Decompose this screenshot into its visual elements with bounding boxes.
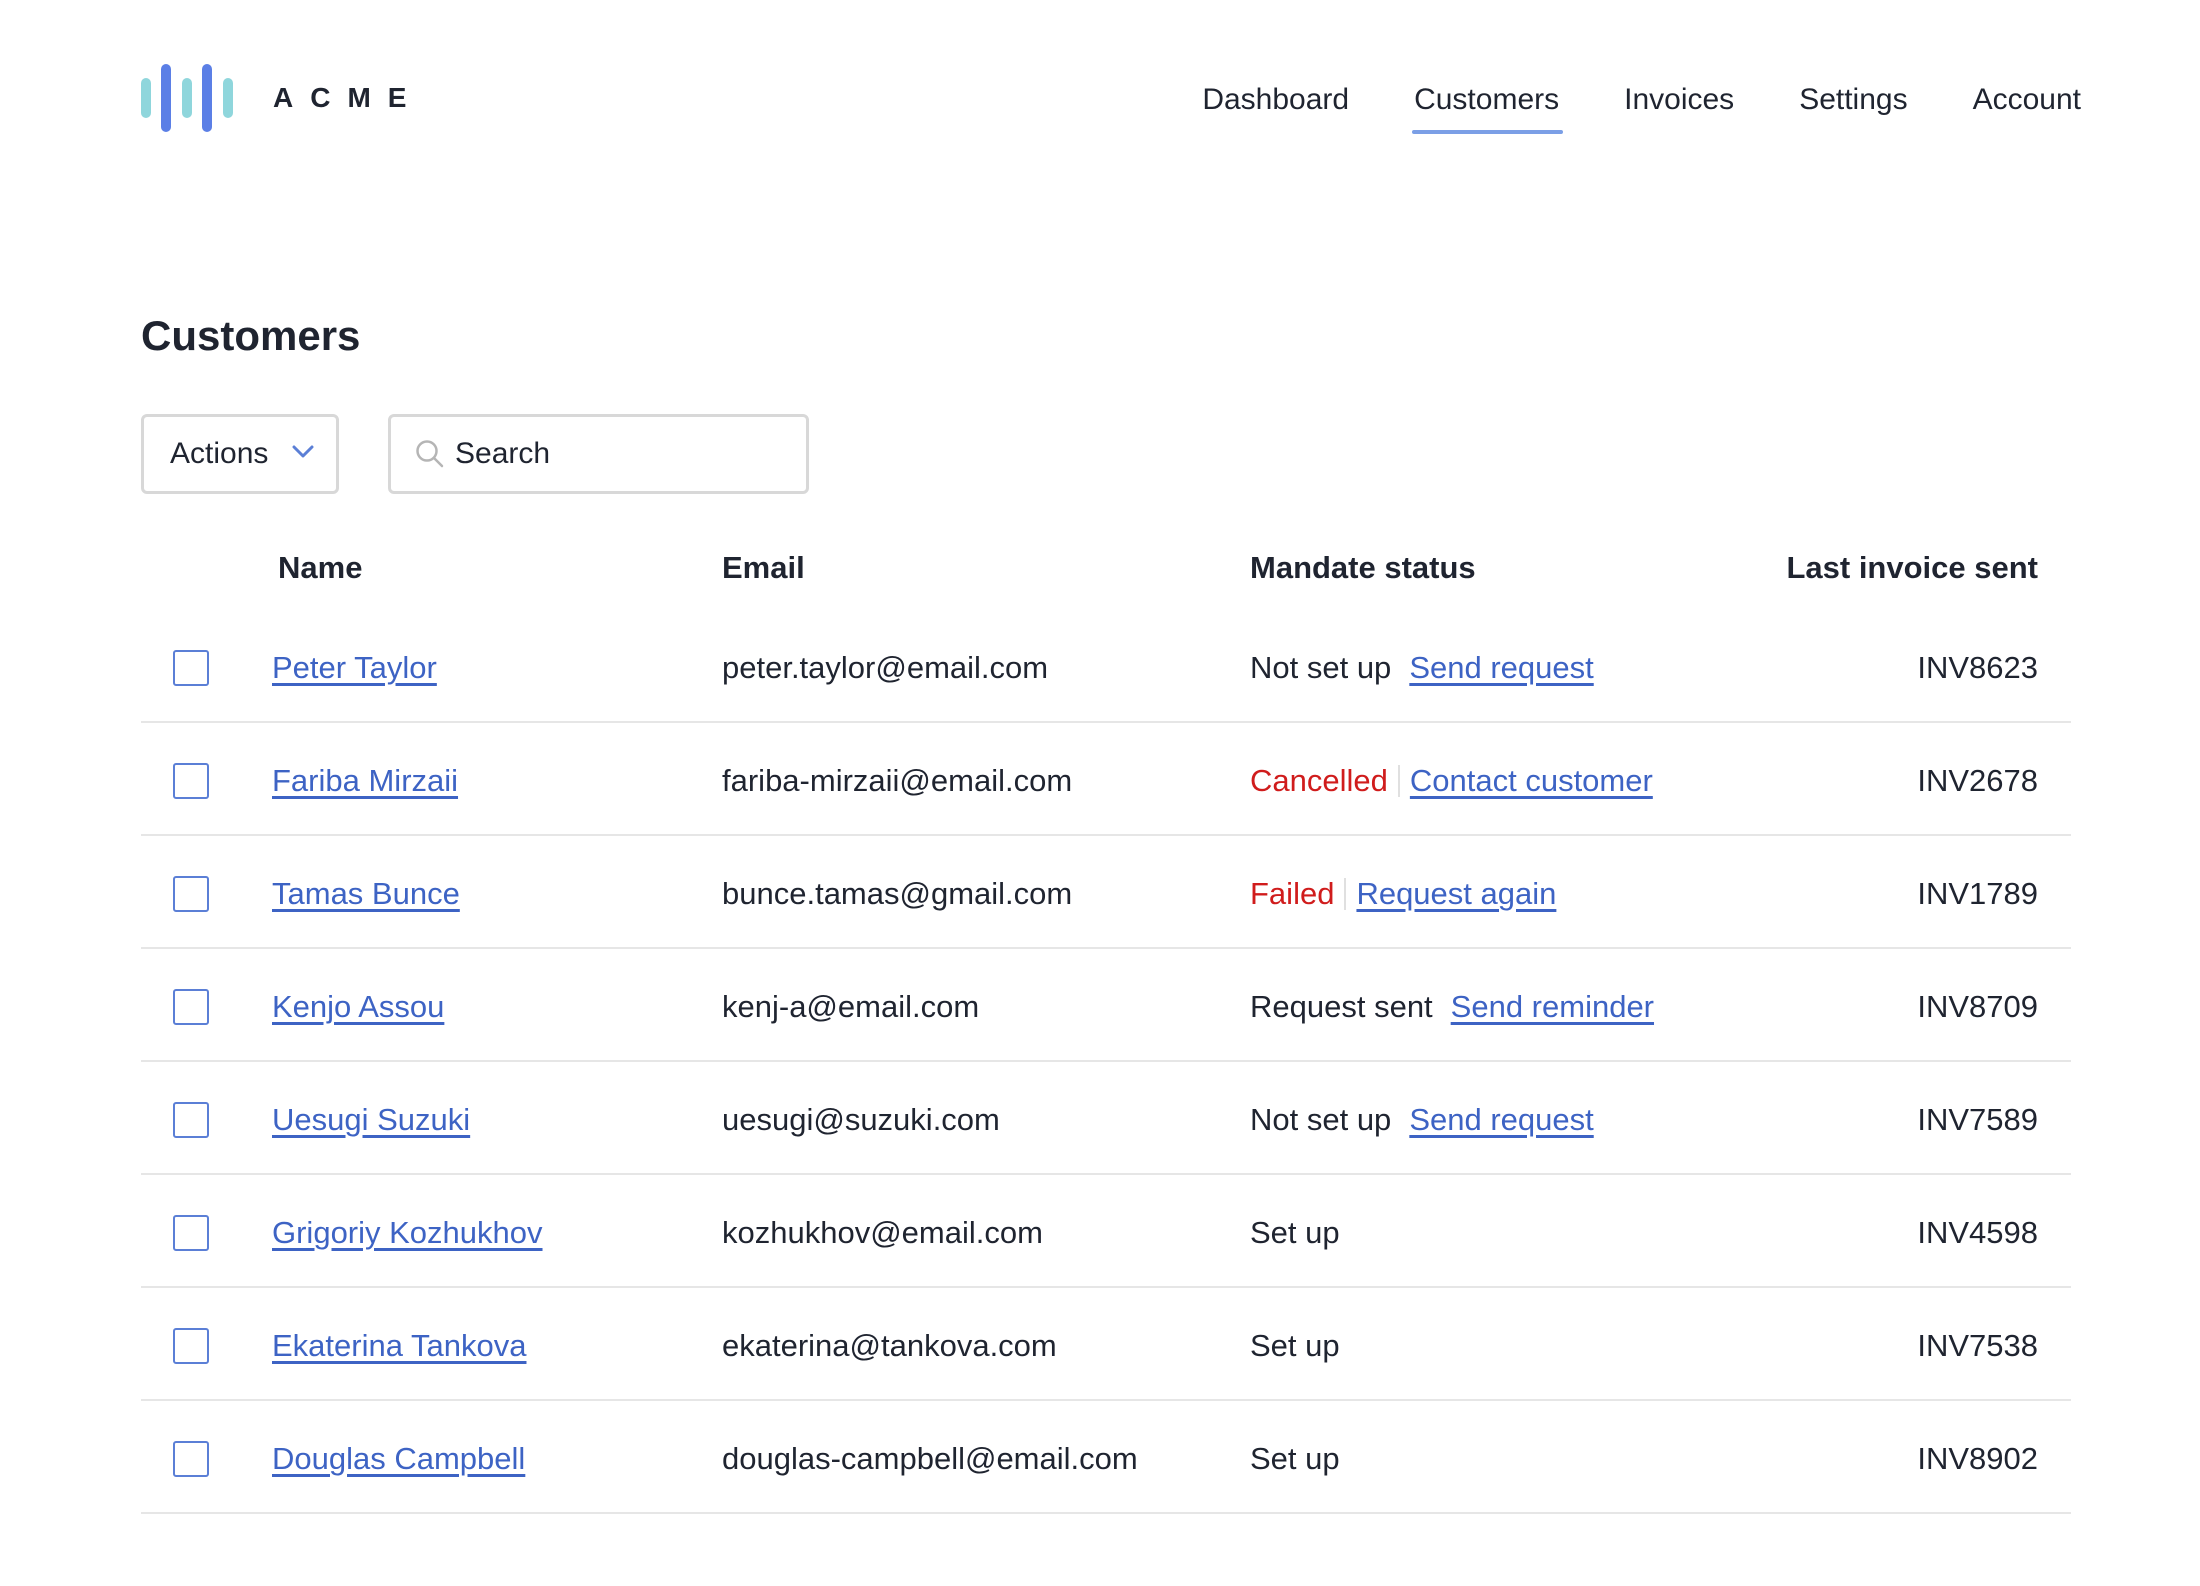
mandate-status: Not set up Send request bbox=[1250, 650, 1594, 686]
table-row: Grigoriy Kozhukhov kozhukhov@email.com S… bbox=[141, 1175, 2071, 1288]
table-row: Peter Taylor peter.taylor@email.com Not … bbox=[141, 610, 2071, 723]
page-title: Customers bbox=[141, 312, 361, 359]
last-invoice-id: INV7538 bbox=[1917, 1328, 2038, 1363]
row-checkbox[interactable] bbox=[173, 1215, 209, 1251]
mandate-status: Request sent Send reminder bbox=[1250, 989, 1654, 1025]
mandate-action-link[interactable]: Send request bbox=[1409, 1102, 1593, 1138]
chevron-down-icon bbox=[292, 445, 314, 458]
row-checkbox[interactable] bbox=[173, 650, 209, 686]
row-checkbox[interactable] bbox=[173, 1102, 209, 1138]
mandate-status-label: Not set up bbox=[1250, 1102, 1392, 1137]
acme-logo[interactable]: ACME bbox=[141, 62, 423, 134]
mandate-status-label: Set up bbox=[1250, 1328, 1340, 1363]
mandate-status-label: Failed bbox=[1250, 876, 1335, 911]
mandate-status: Not set up Send request bbox=[1250, 1102, 1594, 1138]
mandate-action-link[interactable]: Send request bbox=[1409, 650, 1593, 686]
customer-name-link[interactable]: Grigoriy Kozhukhov bbox=[272, 1215, 543, 1251]
mandate-status-label: Set up bbox=[1250, 1215, 1340, 1250]
table-row: Fariba Mirzaii fariba-mirzaii@email.com … bbox=[141, 723, 2071, 836]
customer-name-link[interactable]: Tamas Bunce bbox=[272, 876, 460, 912]
nav-invoices[interactable]: Invoices bbox=[1624, 78, 1734, 134]
nav-customers[interactable]: Customers bbox=[1412, 78, 1564, 134]
mandate-action-link[interactable]: Request again bbox=[1356, 876, 1556, 912]
table-row: Douglas Campbell douglas-campbell@email.… bbox=[141, 1401, 2071, 1514]
search-icon bbox=[416, 440, 444, 468]
row-checkbox[interactable] bbox=[173, 763, 209, 799]
mandate-status: Set up bbox=[1250, 1441, 1340, 1477]
row-checkbox[interactable] bbox=[173, 876, 209, 912]
nav-account[interactable]: Account bbox=[1973, 78, 2081, 134]
mandate-status-label: Request sent bbox=[1250, 989, 1433, 1024]
row-checkbox[interactable] bbox=[173, 1328, 209, 1364]
table-body: Peter Taylor peter.taylor@email.com Not … bbox=[141, 610, 2071, 1514]
customer-name-link[interactable]: Ekaterina Tankova bbox=[272, 1328, 526, 1364]
customer-email: fariba-mirzaii@email.com bbox=[722, 763, 1073, 798]
mandate-status: Set up bbox=[1250, 1328, 1340, 1364]
customer-email: bunce.tamas@gmail.com bbox=[722, 876, 1073, 911]
actions-label: Actions bbox=[170, 437, 269, 470]
mandate-status: Failed Request again bbox=[1250, 876, 1556, 912]
customer-email: kenj-a@email.com bbox=[722, 989, 980, 1024]
table-row: Tamas Bunce bunce.tamas@gmail.com Failed… bbox=[141, 836, 2071, 949]
customer-name-link[interactable]: Fariba Mirzaii bbox=[272, 763, 458, 799]
last-invoice-id: INV4598 bbox=[1917, 1215, 2038, 1250]
mandate-action-link[interactable]: Send reminder bbox=[1451, 989, 1654, 1025]
main-nav: Dashboard Customers Invoices Settings Ac… bbox=[1137, 78, 2081, 134]
mandate-status-label: Not set up bbox=[1250, 650, 1392, 685]
mandate-action-link[interactable]: Contact customer bbox=[1410, 763, 1653, 799]
header-name[interactable]: Name bbox=[278, 550, 362, 586]
top-header: ACME Dashboard Customers Invoices Settin… bbox=[0, 0, 2200, 200]
header-mandate-status[interactable]: Mandate status bbox=[1250, 550, 1476, 586]
customer-email: peter.taylor@email.com bbox=[722, 650, 1049, 685]
customer-name-link[interactable]: Peter Taylor bbox=[272, 650, 437, 686]
table-row: Ekaterina Tankova ekaterina@tankova.com … bbox=[141, 1288, 2071, 1401]
header-email[interactable]: Email bbox=[722, 550, 805, 586]
search-box[interactable] bbox=[388, 414, 809, 494]
table-row: Kenjo Assou kenj-a@email.com Request sen… bbox=[141, 949, 2071, 1062]
nav-settings[interactable]: Settings bbox=[1799, 78, 1907, 134]
customer-email: uesugi@suzuki.com bbox=[722, 1102, 1000, 1137]
actions-dropdown[interactable]: Actions bbox=[141, 414, 339, 494]
nav-dashboard[interactable]: Dashboard bbox=[1202, 78, 1349, 134]
status-separator bbox=[1344, 878, 1347, 910]
logo-bars-icon bbox=[141, 64, 233, 132]
last-invoice-id: INV1789 bbox=[1917, 876, 2038, 911]
brand-name: ACME bbox=[273, 82, 424, 113]
last-invoice-id: INV8709 bbox=[1917, 989, 2038, 1024]
header-last-invoice[interactable]: Last invoice sent bbox=[1786, 550, 2038, 586]
row-checkbox[interactable] bbox=[173, 1441, 209, 1477]
customer-email: kozhukhov@email.com bbox=[722, 1215, 1043, 1250]
customers-table: Name Email Mandate status Last invoice s… bbox=[141, 530, 2071, 1514]
customer-email: douglas-campbell@email.com bbox=[722, 1441, 1138, 1476]
last-invoice-id: INV2678 bbox=[1917, 763, 2038, 798]
last-invoice-id: INV8902 bbox=[1917, 1441, 2038, 1476]
mandate-status: Cancelled Contact customer bbox=[1250, 763, 1653, 799]
last-invoice-id: INV7589 bbox=[1917, 1102, 2038, 1137]
customer-name-link[interactable]: Douglas Campbell bbox=[272, 1441, 525, 1477]
mandate-status-label: Set up bbox=[1250, 1441, 1340, 1476]
status-separator bbox=[1397, 765, 1400, 797]
table-row: Uesugi Suzuki uesugi@suzuki.com Not set … bbox=[141, 1062, 2071, 1175]
row-checkbox[interactable] bbox=[173, 989, 209, 1025]
mandate-status-label: Cancelled bbox=[1250, 763, 1388, 798]
search-input[interactable] bbox=[455, 437, 795, 471]
last-invoice-id: INV8623 bbox=[1917, 650, 2038, 685]
customer-name-link[interactable]: Uesugi Suzuki bbox=[272, 1102, 470, 1138]
customer-email: ekaterina@tankova.com bbox=[722, 1328, 1057, 1363]
mandate-status: Set up bbox=[1250, 1215, 1340, 1251]
table-header: Name Email Mandate status Last invoice s… bbox=[141, 530, 2071, 610]
customer-name-link[interactable]: Kenjo Assou bbox=[272, 989, 444, 1025]
